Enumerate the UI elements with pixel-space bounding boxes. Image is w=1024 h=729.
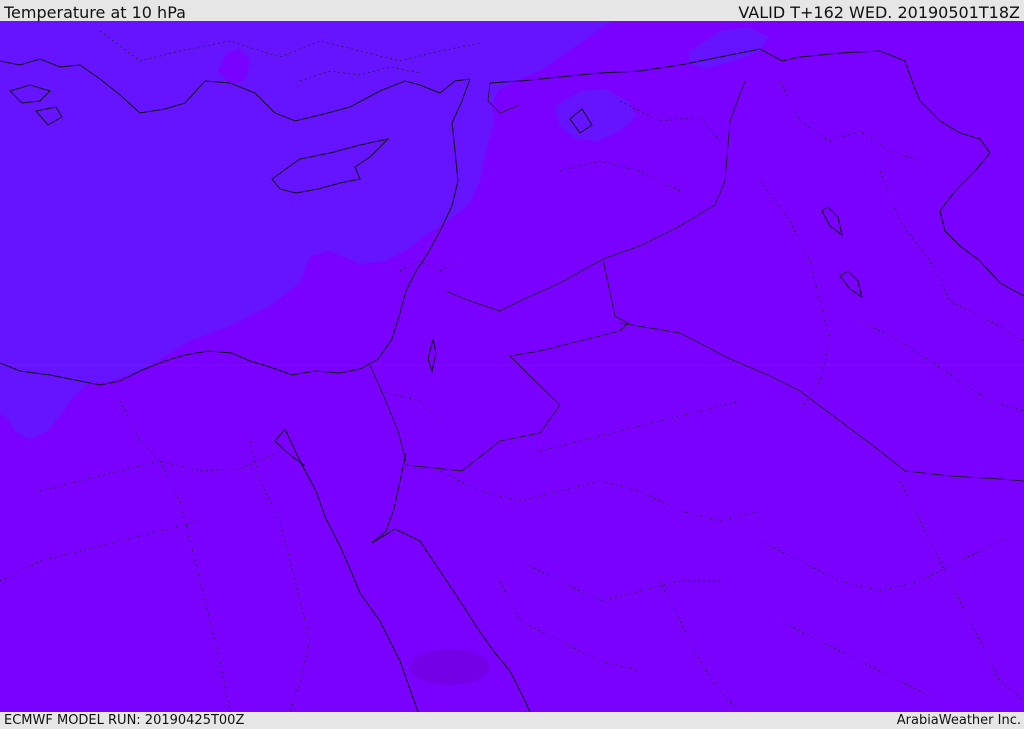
valid-time-label: VALID T+162 WED. 20190501T18Z bbox=[738, 3, 1020, 22]
temperature-field-cool-dot bbox=[97, 325, 107, 337]
map-footer: ECMWF MODEL RUN: 20190425T00Z ArabiaWeat… bbox=[0, 712, 1024, 729]
model-run-label: ECMWF MODEL RUN: 20190425T00Z bbox=[4, 713, 245, 728]
weather-map-page: Temperature at 10 hPa VALID T+162 WED. 2… bbox=[0, 0, 1024, 729]
temperature-map[interactable] bbox=[0, 21, 1024, 712]
map-header: Temperature at 10 hPa VALID T+162 WED. 2… bbox=[0, 0, 1024, 22]
map-svg bbox=[0, 21, 1024, 712]
temperature-field-warm-patch-south bbox=[410, 649, 490, 685]
brand-label: ArabiaWeather Inc. bbox=[896, 713, 1021, 728]
map-title: Temperature at 10 hPa bbox=[4, 3, 186, 22]
